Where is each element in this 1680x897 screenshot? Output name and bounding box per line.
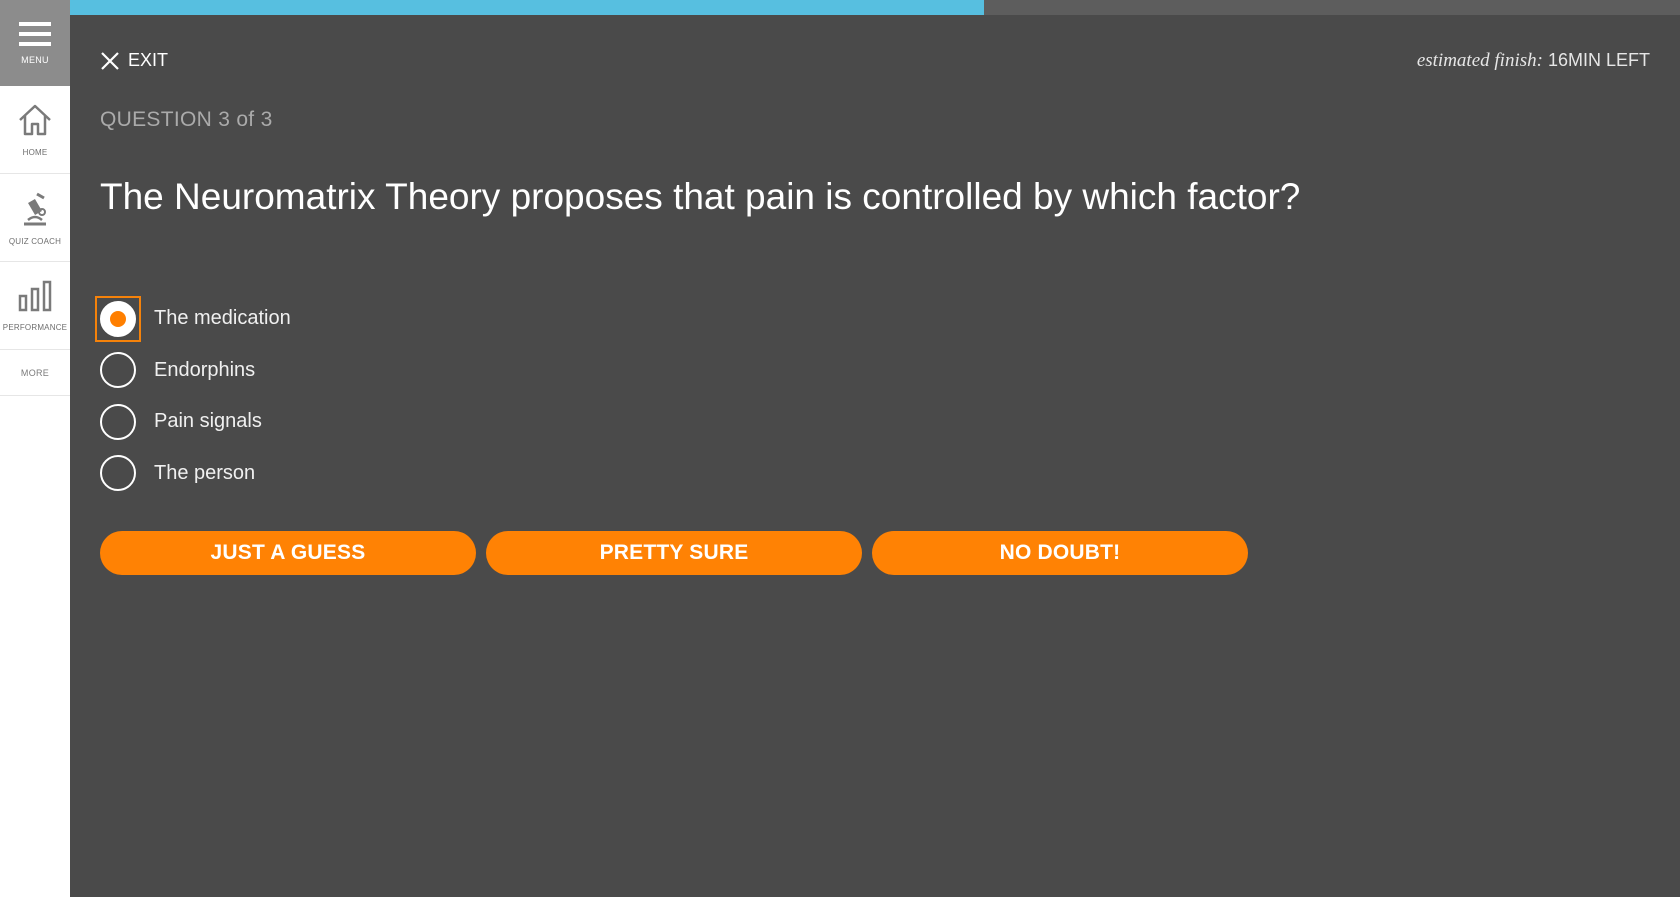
menu-label: MENU [21,55,49,65]
answer-option-label: Pain signals [154,410,262,433]
sidebar-item-label: QUIZ COACH [8,236,62,246]
exit-label: EXIT [128,50,169,70]
exit-button[interactable]: EXIT [100,50,168,71]
sidebar-item-home[interactable]: HOME [0,86,70,174]
close-icon [100,51,120,71]
answer-option-label: Endorphins [154,358,256,381]
radio-button[interactable] [100,455,136,492]
answer-option[interactable]: Pain signals [100,396,291,448]
answer-option[interactable]: Endorphins [100,345,291,397]
answer-option[interactable]: The medication [95,293,291,345]
sidebar-item-label: PERFORMANCE [2,322,68,332]
just-a-guess-button[interactable]: JUST A GUESS [100,531,476,575]
question-counter: QUESTION 3 of 3 [100,108,273,131]
estimate-value: 16MIN LEFT [1547,50,1650,70]
selection-focus-box [95,295,141,342]
estimated-finish: estimated finish: 16MIN LEFT [1417,50,1650,72]
sidebar-item-quiz-coach[interactable]: QUIZ COACH [0,174,70,262]
no-doubt-button[interactable]: NO DOUBT! [872,531,1248,575]
home-icon [17,103,53,142]
sidebar-item-more[interactable]: MORE [0,350,70,396]
answer-option[interactable]: The person [100,448,291,500]
answer-options: The medication Endorphins Pain signals T… [95,293,291,500]
estimate-prefix: estimated finish: [1416,50,1543,71]
progress-fill [70,0,985,15]
menu-button[interactable]: MENU [0,0,70,86]
progress-bar [70,0,1680,15]
radio-button[interactable] [100,403,136,440]
question-text: The Neuromatrix Theory proposes that pai… [100,176,1301,217]
hamburger-icon [19,22,51,51]
radio-button[interactable] [100,352,136,389]
pretty-sure-button[interactable]: PRETTY SURE [486,531,862,575]
answer-option-label: The medication [154,307,291,330]
confidence-buttons: JUST A GUESS PRETTY SURE NO DOUBT! [100,531,1248,575]
sidebar: MENU HOME QUIZ COACH PERFORMANCE MORE [0,0,70,897]
bar-chart-icon [18,280,52,317]
sidebar-item-label: HOME [22,147,48,157]
quiz-main: EXIT estimated finish: 16MIN LEFT QUESTI… [70,0,1680,897]
answer-option-label: The person [154,461,256,484]
quiz-coach-icon [20,190,50,231]
sidebar-item-performance[interactable]: PERFORMANCE [0,262,70,350]
